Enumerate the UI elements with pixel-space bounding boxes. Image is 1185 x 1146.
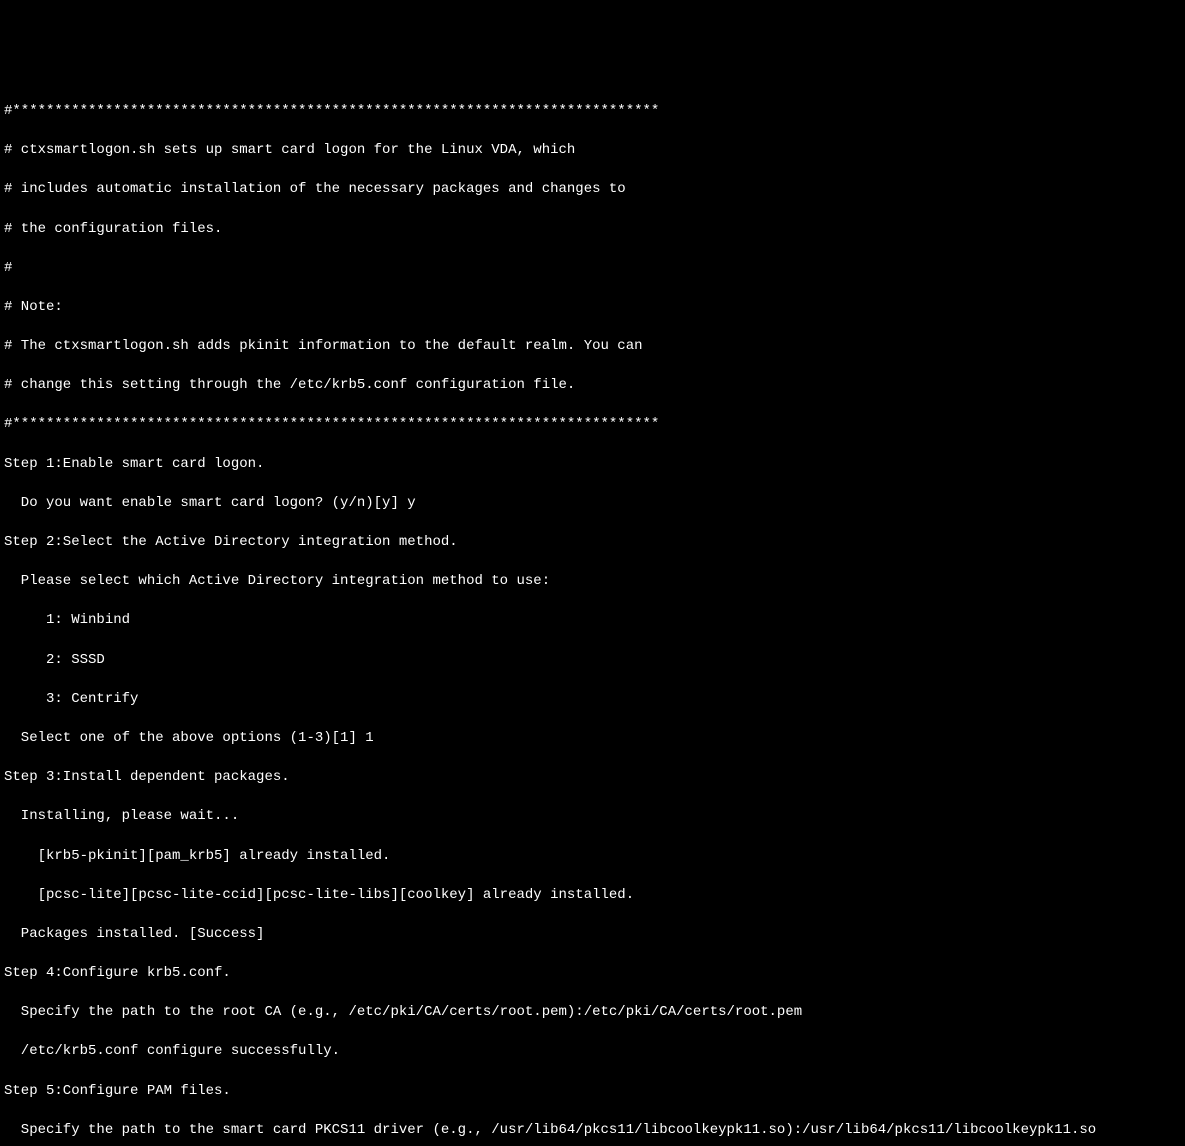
step1-title: Step 1:Enable smart card logon. — [4, 455, 1181, 475]
header-line-4: # — [4, 259, 1181, 279]
header-line-6: # The ctxsmartlogon.sh adds pkinit infor… — [4, 337, 1181, 357]
step3-pkg1: [krb5-pkinit][pam_krb5] already installe… — [4, 847, 1181, 867]
step2-title: Step 2:Select the Active Directory integ… — [4, 533, 1181, 553]
step2-option-3: 3: Centrify — [4, 690, 1181, 710]
step3-title: Step 3:Install dependent packages. — [4, 768, 1181, 788]
step5-title: Step 5:Configure PAM files. — [4, 1082, 1181, 1102]
step4-prompt: Specify the path to the root CA (e.g., /… — [4, 1003, 1181, 1023]
header-line-5: # Note: — [4, 298, 1181, 318]
terminal-output: #***************************************… — [4, 82, 1181, 1146]
step4-title: Step 4:Configure krb5.conf. — [4, 964, 1181, 984]
step2-option-1: 1: Winbind — [4, 611, 1181, 631]
step3-pkg2: [pcsc-lite][pcsc-lite-ccid][pcsc-lite-li… — [4, 886, 1181, 906]
step1-prompt: Do you want enable smart card logon? (y/… — [4, 494, 1181, 514]
step5-prompt: Specify the path to the smart card PKCS1… — [4, 1121, 1181, 1141]
step3-installing: Installing, please wait... — [4, 807, 1181, 827]
step2-select: Select one of the above options (1-3)[1]… — [4, 729, 1181, 749]
step4-result: /etc/krb5.conf configure successfully. — [4, 1042, 1181, 1062]
header-line-3: # the configuration files. — [4, 220, 1181, 240]
header-line-7: # change this setting through the /etc/k… — [4, 376, 1181, 396]
header-border-bottom: #***************************************… — [4, 415, 1181, 435]
header-line-1: # ctxsmartlogon.sh sets up smart card lo… — [4, 141, 1181, 161]
step3-done: Packages installed. [Success] — [4, 925, 1181, 945]
step2-prompt: Please select which Active Directory int… — [4, 572, 1181, 592]
step2-option-2: 2: SSSD — [4, 651, 1181, 671]
header-line-2: # includes automatic installation of the… — [4, 180, 1181, 200]
header-border-top: #***************************************… — [4, 102, 1181, 122]
